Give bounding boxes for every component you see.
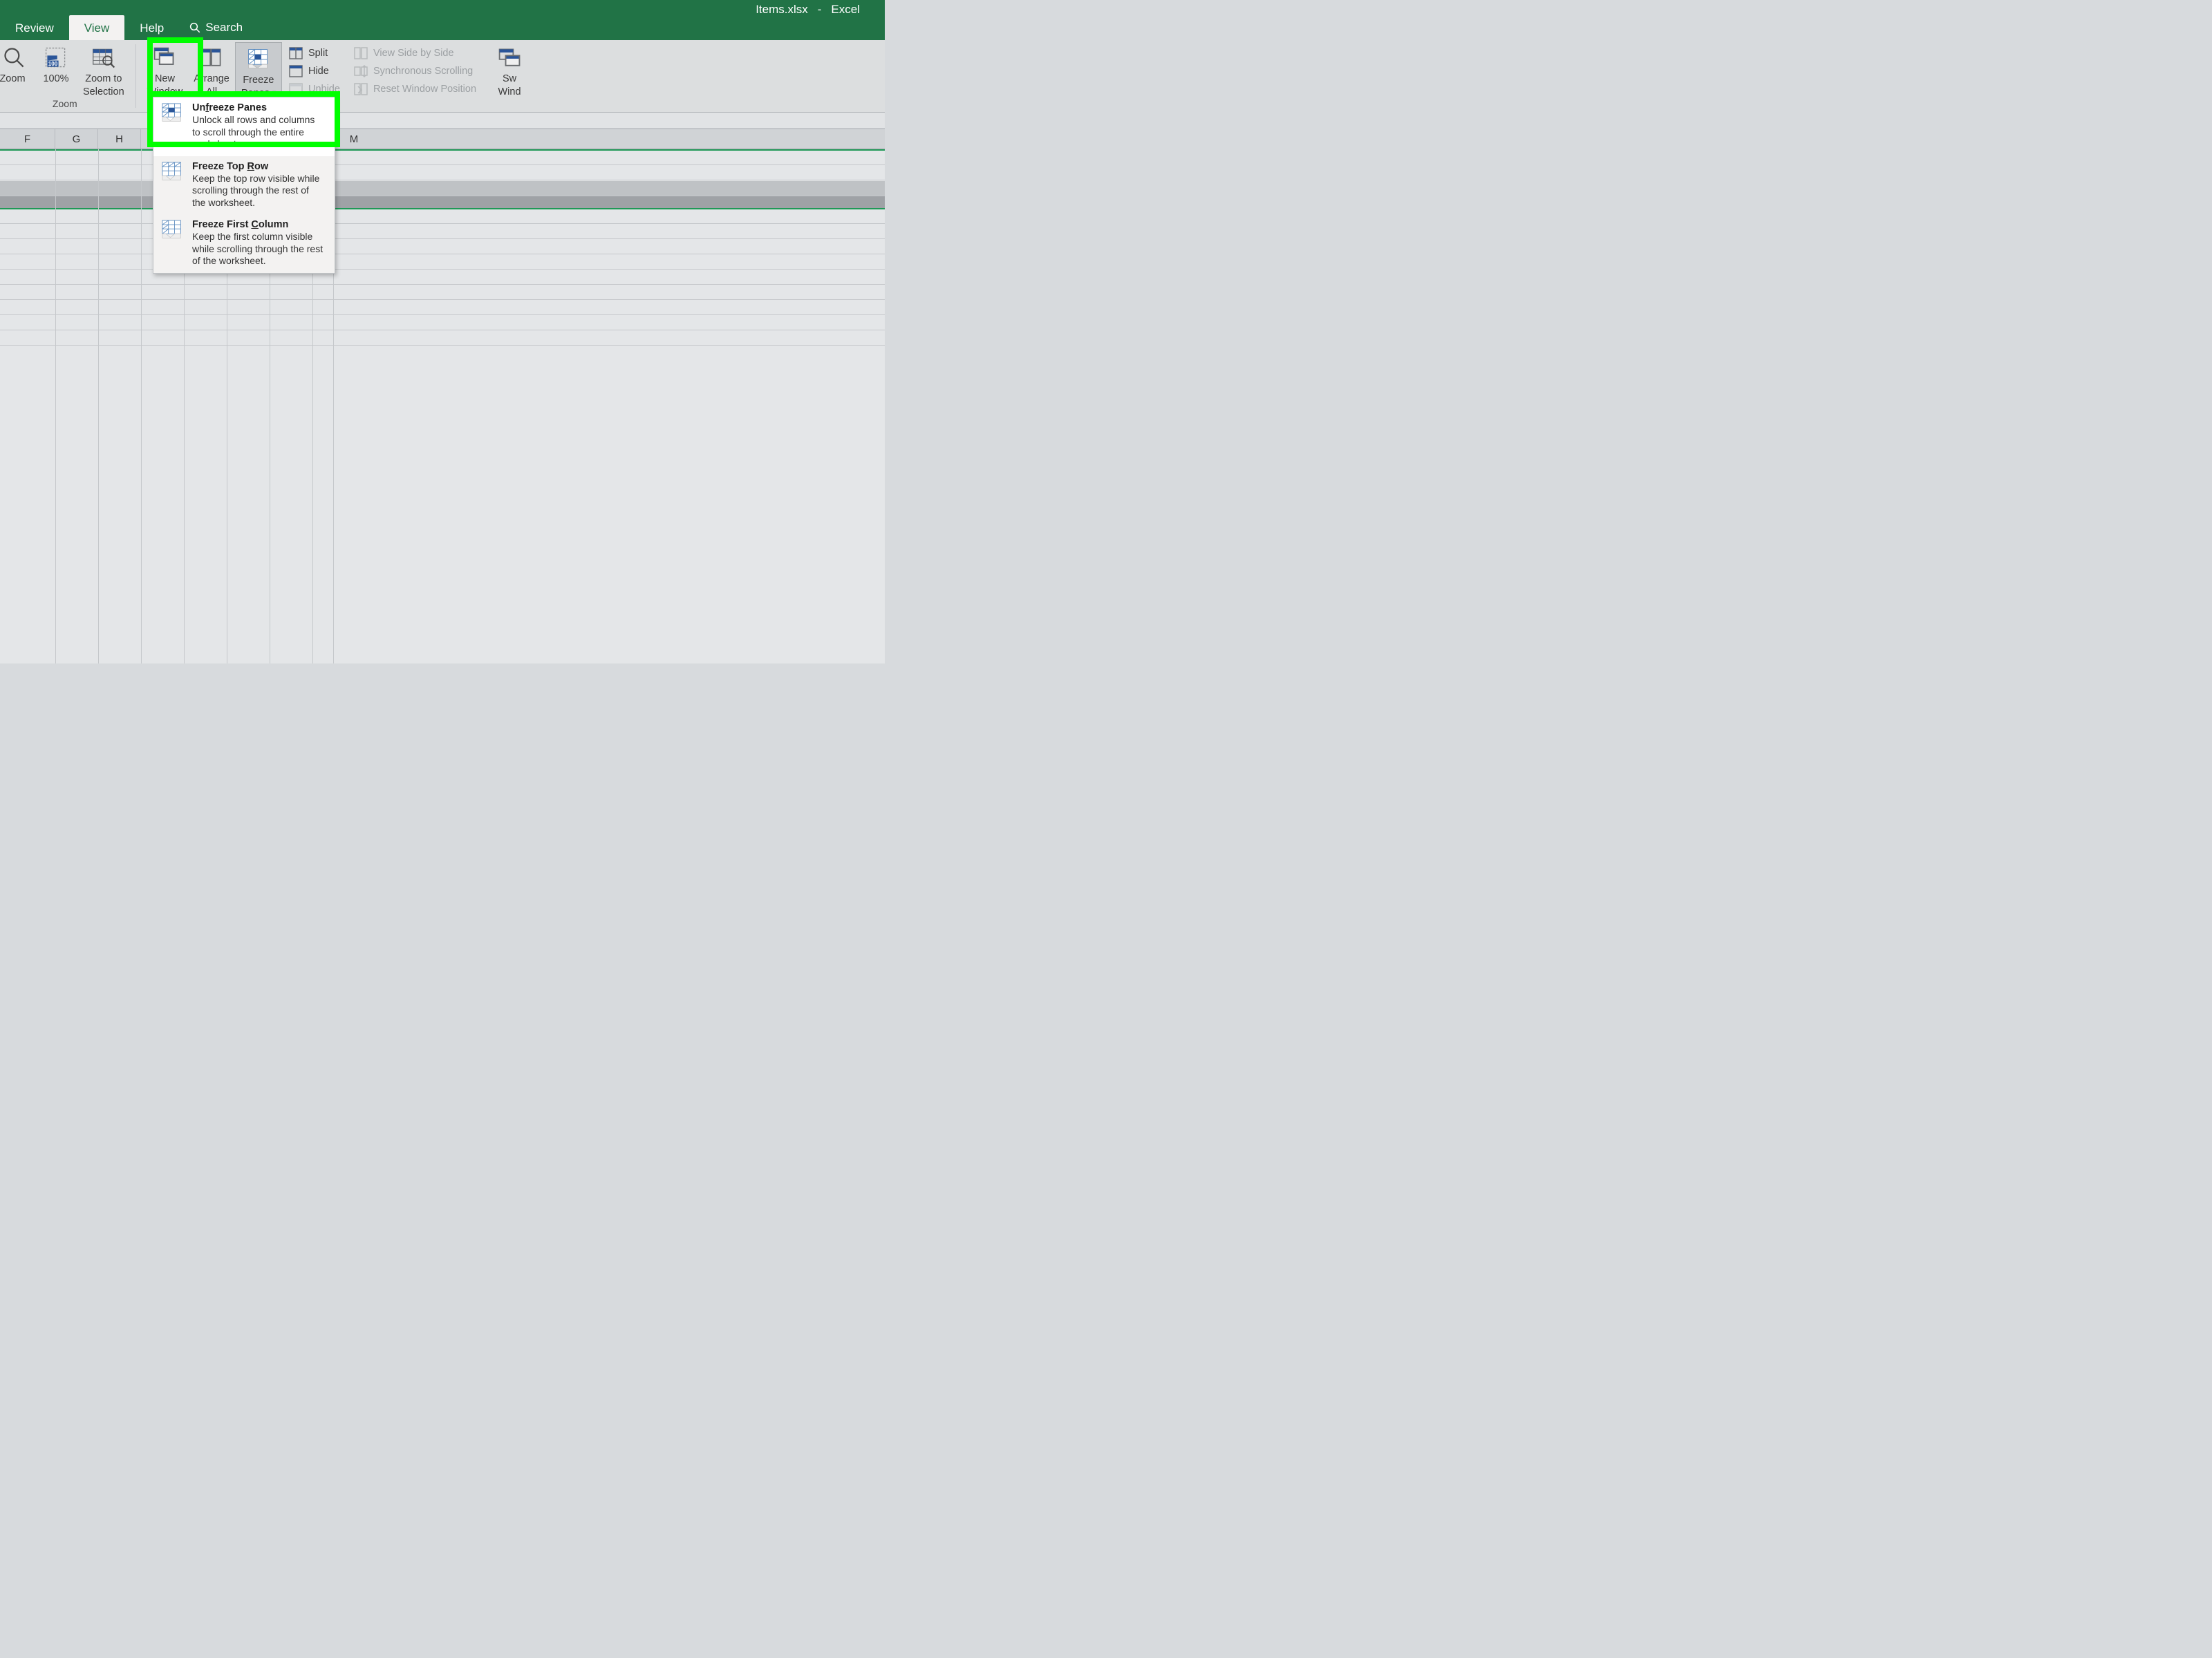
reset-position-button: Reset Window Position <box>353 82 478 97</box>
freeze-panes-icon <box>244 46 273 73</box>
ribbon: Zoom 100 100% <box>0 40 885 113</box>
switch-windows-button[interactable]: Sw Wind <box>489 41 524 99</box>
title-sep: - <box>818 3 822 17</box>
hide-icon <box>289 65 303 77</box>
zoom-selection-l1: Zoom to <box>85 73 122 85</box>
toprow-title-underline: R <box>247 161 254 172</box>
zoom-icon <box>0 44 29 72</box>
firstcol-title-post: olumn <box>259 219 289 230</box>
unfreeze-desc: Unlock all rows and columns to scroll th… <box>192 114 325 151</box>
firstcol-title-underline: C <box>251 219 258 230</box>
zoom-to-selection-button[interactable]: Zoom to Selection <box>77 41 130 99</box>
search-icon <box>189 21 201 34</box>
new-window-icon <box>150 44 179 72</box>
sync-scroll-icon <box>354 65 368 77</box>
hundred-label: 100% <box>43 73 68 85</box>
ribbon-group-zoom: Zoom 100 100% <box>0 40 134 112</box>
col-header-F[interactable]: F <box>0 129 55 149</box>
col-header-H[interactable]: H <box>98 129 141 149</box>
hundred-percent-button[interactable]: 100 100% <box>35 41 77 86</box>
reset-position-label: Reset Window Position <box>373 84 476 95</box>
firstcol-desc: Keep the first column visible while scro… <box>192 231 325 267</box>
hide-button[interactable]: Hide <box>288 64 341 79</box>
split-icon <box>289 47 303 59</box>
freeze-top-row-icon <box>160 160 184 184</box>
freeze-panes-dropdown: Unfreeze Panes Unlock all rows and colum… <box>153 97 335 274</box>
freeze-l1: Freeze <box>243 75 274 86</box>
tab-view[interactable]: View <box>69 15 125 40</box>
zoom-label: Zoom <box>0 73 26 85</box>
ribbon-tabs: Review View Help Search <box>0 15 252 40</box>
menu-freeze-top-row[interactable]: Freeze Top Row Keep the top row visible … <box>153 156 335 215</box>
switch-windows-icon <box>495 44 524 72</box>
switch-l1: Sw <box>503 73 516 85</box>
toprow-title-pre: Freeze Top <box>192 161 247 172</box>
zoom-selection-icon <box>89 44 118 72</box>
unfreeze-title-pre: Un <box>192 102 205 113</box>
split-label: Split <box>308 48 328 59</box>
split-button[interactable]: Split <box>288 46 341 61</box>
reset-position-icon <box>354 83 368 95</box>
unhide-button: Unhide <box>288 82 341 97</box>
unhide-label: Unhide <box>308 84 340 95</box>
sync-scroll-label: Synchronous Scrolling <box>373 66 473 77</box>
view-side-label: View Side by Side <box>373 48 454 59</box>
arrange-all-icon <box>197 44 226 72</box>
zoom-group-label: Zoom <box>53 98 77 111</box>
toprow-title-post: ow <box>254 161 268 172</box>
title-filename: Items.xlsx <box>756 3 808 17</box>
menu-freeze-first-column[interactable]: Freeze First Column Keep the first colum… <box>153 214 335 273</box>
tab-review[interactable]: Review <box>0 15 69 40</box>
toprow-desc: Keep the top row visible while scrolling… <box>192 173 325 209</box>
view-side-by-side-button: View Side by Side <box>353 46 478 61</box>
svg-text:100: 100 <box>48 61 58 67</box>
title-app: Excel <box>831 3 860 17</box>
arrange-all-l1: Arrange <box>194 73 229 85</box>
unfreeze-title-post: reeze Panes <box>209 102 267 113</box>
unfreeze-panes-icon <box>160 102 184 125</box>
new-window-l1: New <box>155 73 175 85</box>
freeze-panes-button[interactable]: Freeze Panes▾ <box>235 42 282 101</box>
tab-help[interactable]: Help <box>124 15 179 40</box>
arrange-all-l2: All <box>206 86 217 98</box>
unhide-icon <box>289 83 303 95</box>
hundred-icon: 100 <box>41 44 71 72</box>
search-label: Search <box>205 21 243 35</box>
title-bar: Items.xlsx - Excel <box>0 0 885 15</box>
menu-unfreeze-panes[interactable]: Unfreeze Panes Unlock all rows and colum… <box>153 97 335 156</box>
window-small-group-2: View Side by Side Synchronous Scrolling <box>347 41 483 101</box>
formula-bar[interactable] <box>0 113 885 129</box>
spreadsheet-grid[interactable] <box>0 149 885 663</box>
sync-scroll-button: Synchronous Scrolling <box>353 64 478 79</box>
dropdown-caret-icon: ▾ <box>272 89 276 97</box>
window-small-group-1: Split Hide Unhide <box>282 41 347 101</box>
column-header-row: F G H M <box>0 129 885 149</box>
side-by-side-icon <box>354 47 368 59</box>
title-text: Items.xlsx - Excel <box>756 3 860 17</box>
zoom-button[interactable]: Zoom <box>0 41 35 86</box>
hide-label: Hide <box>308 66 329 77</box>
arrange-all-button[interactable]: Arrange All <box>188 41 235 99</box>
switch-l2: Wind <box>498 86 521 98</box>
ribbon-search[interactable]: Search <box>179 15 252 40</box>
col-header-G[interactable]: G <box>55 129 98 149</box>
col-header-M[interactable]: M <box>333 129 375 149</box>
new-window-button[interactable]: New Window <box>142 41 189 99</box>
zoom-selection-l2: Selection <box>83 86 124 98</box>
freeze-first-col-icon <box>160 218 184 242</box>
firstcol-title-pre: Freeze First <box>192 219 251 230</box>
new-window-l2: Window <box>147 86 183 98</box>
divider <box>135 44 136 108</box>
